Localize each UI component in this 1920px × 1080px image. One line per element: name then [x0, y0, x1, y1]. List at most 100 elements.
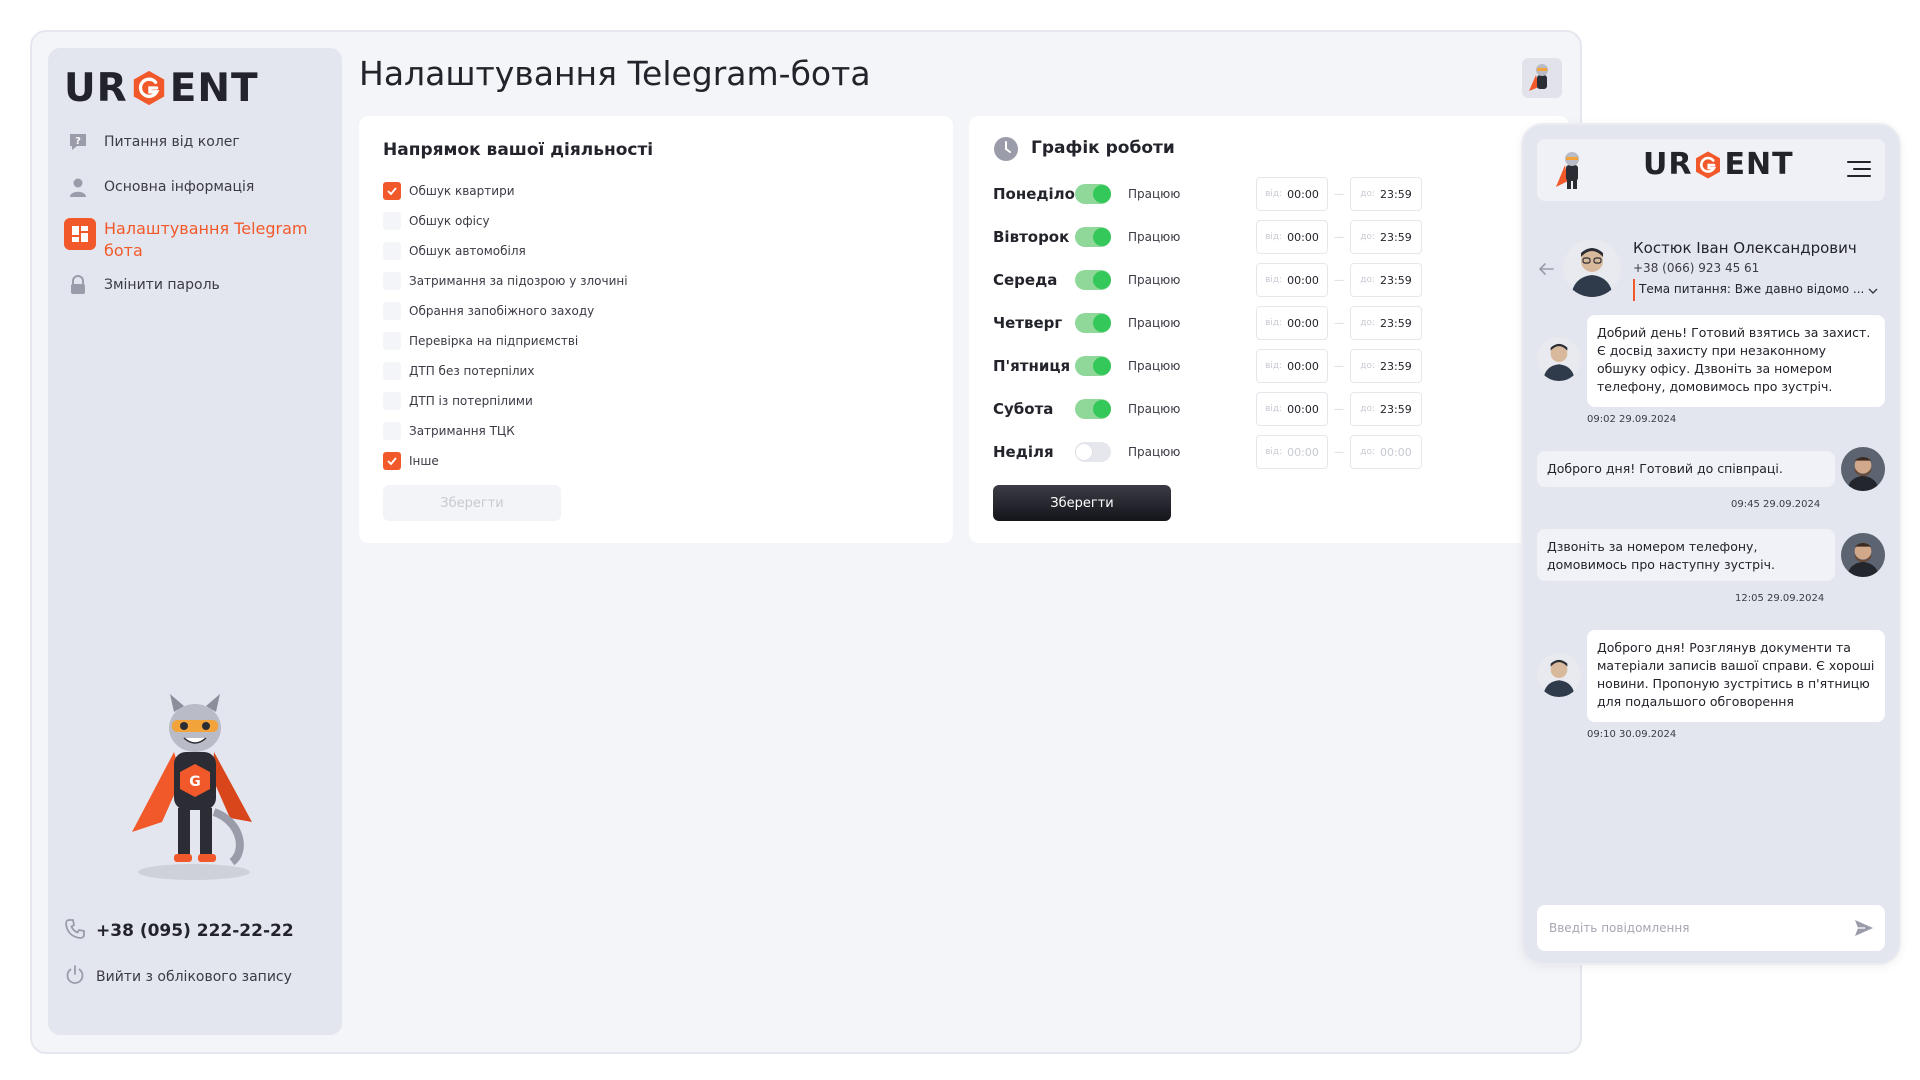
logo-text-right: ENT [1724, 147, 1794, 182]
page-title: Налаштування Telegram-бота [359, 54, 871, 93]
time-to-input[interactable]: до: 23:59 [1350, 349, 1422, 383]
contact-message-avatar [1537, 337, 1581, 381]
send-icon[interactable] [1853, 917, 1875, 939]
toggle-knob [1093, 271, 1111, 289]
activity-checkbox-item[interactable]: Затримання за підозрою у злочині [383, 266, 628, 296]
time-to-input[interactable]: до: 00:00 [1350, 435, 1422, 469]
contact-avatar [1563, 239, 1621, 297]
activity-checkbox-item[interactable]: ДТП без потерпілих [383, 356, 628, 386]
sidebar-item-telegram-bot[interactable]: Налаштування Telegram бота [64, 218, 334, 262]
activity-checkbox-item[interactable]: Затримання ТЦК [383, 416, 628, 446]
message-timestamp: 12:05 29.09.2024 [1735, 593, 1825, 604]
activity-checkbox-item[interactable]: ДТП із потерпілими [383, 386, 628, 416]
schedule-card-title: Графік роботи [1031, 138, 1175, 158]
sidebar-item-basic-info[interactable]: Основна інформація [64, 173, 334, 209]
time-from-input[interactable]: від: 00:00 [1256, 177, 1328, 211]
logo-shield-icon [1692, 149, 1724, 181]
checkbox-label: Перевірка на підприємстві [409, 334, 579, 348]
checkbox-checked[interactable] [383, 182, 401, 200]
activity-checkbox-item[interactable]: Обшук квартири [383, 176, 628, 206]
logo-text-right: ENT [169, 65, 259, 111]
time-value: 00:00 [1287, 230, 1319, 244]
checkbox-unchecked[interactable] [383, 302, 401, 320]
time-value: 23:59 [1380, 402, 1412, 416]
day-toggle[interactable] [1075, 227, 1111, 247]
activity-checkbox-item[interactable]: Інше [383, 446, 628, 476]
time-to-input[interactable]: до: 23:59 [1350, 306, 1422, 340]
chat-bubble-outgoing: Дзвоніть за номером телефону, домовимось… [1537, 529, 1835, 581]
checkbox-unchecked[interactable] [383, 362, 401, 380]
time-to-input[interactable]: до: 23:59 [1350, 392, 1422, 426]
day-toggle[interactable] [1075, 442, 1111, 462]
message-input[interactable] [1549, 905, 1839, 951]
time-from-input[interactable]: від: 00:00 [1256, 306, 1328, 340]
time-value: 00:00 [1287, 316, 1319, 330]
user-avatar[interactable] [1522, 58, 1562, 98]
activity-checkbox-item[interactable]: Обшук офісу [383, 206, 628, 236]
chat-contact-header: Костюк Іван Олександрович +38 (066) 923 … [1537, 235, 1887, 305]
day-toggle[interactable] [1075, 184, 1111, 204]
schedule-card: Графік роботи Понеділок Працюю від: 00:00… [969, 116, 1569, 543]
phone-icon [64, 918, 86, 944]
day-status: Працюю [1128, 316, 1181, 330]
checkbox-checked[interactable] [383, 452, 401, 470]
raccoon-mascot-illustration: G [122, 692, 272, 882]
activity-checkbox-item[interactable]: Обшук автомобіля [383, 236, 628, 266]
day-toggle[interactable] [1075, 356, 1111, 376]
sidebar-nav: ? Питання від колег Основна інформація Н… [64, 128, 334, 316]
message-timestamp: 09:02 29.09.2024 [1587, 414, 1677, 425]
time-to-input[interactable]: до: 23:59 [1350, 263, 1422, 297]
logo[interactable]: UR ENT [64, 65, 259, 111]
schedule-save-button[interactable]: Зберегти [993, 485, 1171, 521]
checkbox-unchecked[interactable] [383, 272, 401, 290]
day-label: Середа [993, 271, 1058, 289]
checkbox-unchecked[interactable] [383, 392, 401, 410]
sidebar-item-label: Основна інформація [104, 179, 255, 195]
range-separator: — [1334, 231, 1344, 243]
checkbox-unchecked[interactable] [383, 422, 401, 440]
chat-bubble-incoming: Доброго дня! Розглянув документи та мате… [1587, 630, 1885, 722]
user-icon [66, 175, 90, 199]
day-toggle[interactable] [1075, 313, 1111, 333]
time-prefix: від: [1265, 275, 1283, 285]
activity-card: Напрямок вашої діяльності Обшук квартири… [359, 116, 953, 543]
mobile-logo[interactable]: UR ENT [1643, 147, 1794, 182]
time-prefix: від: [1265, 361, 1283, 371]
logout-button[interactable]: Вийти з облікового запису [64, 964, 292, 990]
sidebar-item-change-password[interactable]: Змінити пароль [64, 271, 334, 307]
time-from-input[interactable]: від: 00:00 [1256, 435, 1328, 469]
topic-dropdown[interactable]: Тема питання: Вже давно відомо ... [1633, 279, 1881, 301]
time-value: 23:59 [1380, 230, 1412, 244]
sidebar-item-questions[interactable]: ? Питання від колег [64, 128, 334, 164]
time-to-input[interactable]: до: 23:59 [1350, 220, 1422, 254]
time-from-input[interactable]: від: 00:00 [1256, 263, 1328, 297]
time-from-input[interactable]: від: 00:00 [1256, 349, 1328, 383]
checkbox-unchecked[interactable] [383, 332, 401, 350]
checkbox-unchecked[interactable] [383, 242, 401, 260]
hamburger-menu-icon[interactable] [1847, 159, 1871, 179]
range-separator: — [1334, 188, 1344, 200]
checkbox-unchecked[interactable] [383, 212, 401, 230]
logo-shield-icon [129, 68, 169, 108]
day-label: П'ятниця [993, 357, 1071, 375]
question-icon: ? [66, 130, 90, 154]
day-toggle[interactable] [1075, 399, 1111, 419]
time-prefix: від: [1265, 232, 1283, 242]
time-from-input[interactable]: від: 00:00 [1256, 220, 1328, 254]
day-label: Понеділок [993, 185, 1086, 203]
time-prefix: від: [1265, 189, 1283, 199]
activity-checkbox-item[interactable]: Обрання запобіжного заходу [383, 296, 628, 326]
message-composer [1537, 905, 1885, 951]
time-value: 00:00 [1287, 359, 1319, 373]
range-separator: — [1334, 360, 1344, 372]
back-arrow-icon[interactable] [1537, 261, 1555, 277]
support-phone[interactable]: +38 (095) 222-22-22 [64, 918, 294, 944]
activity-checkbox-item[interactable]: Перевірка на підприємстві [383, 326, 628, 356]
time-prefix: до: [1360, 404, 1376, 414]
time-to-input[interactable]: до: 23:59 [1350, 177, 1422, 211]
time-from-input[interactable]: від: 00:00 [1256, 392, 1328, 426]
activity-save-button[interactable]: Зберегти [383, 485, 561, 521]
day-toggle[interactable] [1075, 270, 1111, 290]
time-prefix: до: [1360, 275, 1376, 285]
range-separator: — [1334, 274, 1344, 286]
